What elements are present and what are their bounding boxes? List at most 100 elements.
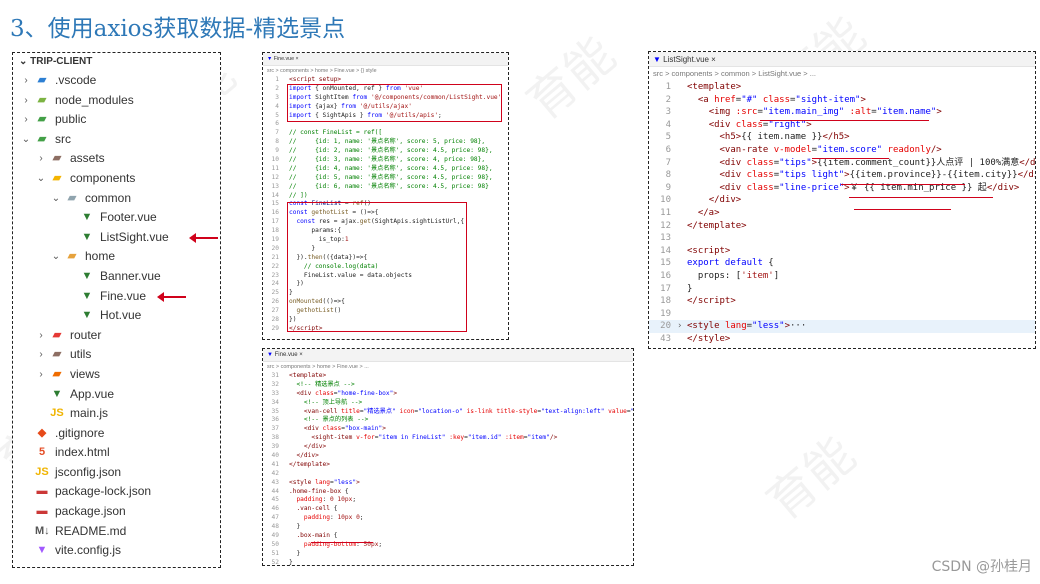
line-number: 2 bbox=[665, 94, 671, 105]
code-line: 40 </div> bbox=[263, 452, 633, 461]
tree-item[interactable]: › ▰ public bbox=[13, 110, 220, 130]
slide-title: 3、使用axios获取数据-精选景点 bbox=[10, 16, 346, 42]
code-line: 43 </style> bbox=[649, 333, 1035, 346]
code-text: // {id: 4, name: '景点名称', score: 4.5, pri… bbox=[289, 164, 493, 172]
line-number: 6 bbox=[665, 144, 671, 155]
code-text: <template> bbox=[289, 372, 327, 379]
tree-item-label: package-lock.json bbox=[55, 484, 152, 499]
tree-item[interactable]: 5 index.html bbox=[13, 443, 220, 463]
code-line: 34 <!-- 顶上导航 --> bbox=[263, 399, 633, 408]
line-number: 35 bbox=[271, 407, 279, 415]
vue-file-icon: ▼ bbox=[267, 56, 273, 62]
chevron-down-icon[interactable]: ⌄ bbox=[51, 247, 61, 267]
code-underline bbox=[849, 197, 993, 198]
chevron-right-icon[interactable]: › bbox=[21, 110, 31, 130]
code-text: } bbox=[289, 549, 301, 557]
code-line: 12 </template> bbox=[649, 220, 1035, 233]
author-credit: CSDN @孙桂月 bbox=[931, 559, 1032, 575]
code-text: </div> bbox=[708, 195, 742, 206]
tree-item[interactable]: ⌄ ▰ components bbox=[13, 169, 220, 189]
editor-fine-script: ▼ Fine.vue × src > components > home > F… bbox=[262, 52, 509, 340]
tree-item[interactable]: ⌄ ▰ src bbox=[13, 130, 220, 150]
code-line: 12 // {id: 5, name: '景点名称', score: 4.5, p… bbox=[263, 174, 508, 183]
tree-item[interactable]: ▼ Banner.vue bbox=[13, 267, 220, 287]
chevron-right-icon[interactable]: › bbox=[36, 345, 46, 365]
code-underline bbox=[760, 120, 929, 121]
json-file-icon: JS bbox=[35, 465, 49, 478]
tree-item[interactable]: ▼ Footer.vue bbox=[13, 208, 220, 228]
line-number: 11 bbox=[660, 207, 671, 218]
code-line: 7 // const FineList = ref([ bbox=[263, 129, 508, 138]
tree-item[interactable]: › ▰ utils bbox=[13, 345, 220, 365]
tree-item-label: home bbox=[85, 249, 116, 264]
code-text: </div> bbox=[296, 452, 319, 460]
line-number: 28 bbox=[271, 316, 279, 324]
code-text: .van-cell { bbox=[296, 505, 338, 513]
tree-item[interactable]: JS jsconfig.json bbox=[13, 463, 220, 483]
tree-item[interactable]: JS main.js bbox=[13, 404, 220, 424]
line-number: 25 bbox=[271, 289, 279, 297]
code-line: 11 // {id: 4, name: '景点名称', score: 4.5, p… bbox=[263, 165, 508, 174]
chevron-right-icon[interactable]: › bbox=[21, 71, 31, 91]
code-text: <div class="home-fine-box"> bbox=[296, 389, 398, 397]
code-line: 11 </a> bbox=[649, 207, 1035, 220]
line-number: 17 bbox=[660, 283, 671, 294]
tree-item[interactable]: › ▰ node_modules bbox=[13, 91, 220, 111]
line-number: 50 bbox=[271, 540, 279, 548]
tree-item[interactable]: ▼ App.vue bbox=[13, 385, 220, 405]
line-number: 6 bbox=[275, 120, 279, 128]
code-line: 2 <a href="#" class="sight-item"> bbox=[649, 94, 1035, 107]
folder-public-icon: ▰ bbox=[37, 113, 47, 126]
line-number: 14 bbox=[660, 245, 671, 256]
code-line: 8 <div class="tips light">{{item.provinc… bbox=[649, 169, 1035, 182]
line-number: 29 bbox=[271, 324, 279, 332]
editor-tab[interactable]: ▼ ListSight.vue × bbox=[649, 52, 1035, 67]
chevron-right-icon[interactable]: › bbox=[36, 149, 46, 169]
chevron-right-icon[interactable]: › bbox=[21, 91, 31, 111]
tree-item[interactable]: ▼ ListSight.vue bbox=[13, 228, 220, 248]
explorer-root[interactable]: ⌄ TRIP-CLIENT bbox=[13, 53, 220, 71]
editor-tab[interactable]: ▼ Fine.vue × bbox=[263, 349, 633, 362]
code-area[interactable]: 31 <template> 32 <!-- 精选景点 --> 33 <div clas… bbox=[263, 372, 633, 565]
chevron-down-icon[interactable]: ⌄ bbox=[36, 169, 46, 189]
tree-item[interactable]: M↓ README.md bbox=[13, 522, 220, 542]
tree-item[interactable]: ⌄ ▰ common bbox=[13, 189, 220, 209]
tree-item[interactable]: › ▰ assets bbox=[13, 149, 220, 169]
tree-item[interactable]: ⌄ ▰ home bbox=[13, 247, 220, 267]
tree-item-label: README.md bbox=[55, 523, 127, 538]
line-number: 21 bbox=[271, 253, 279, 261]
code-text: <sight-item v-for="item in FineList" :ke… bbox=[311, 434, 558, 442]
code-text: <template> bbox=[687, 82, 742, 92]
line-number: 43 bbox=[660, 333, 671, 344]
chevron-right-icon[interactable]: › bbox=[36, 326, 46, 346]
folder-assets-icon: ▰ bbox=[52, 152, 62, 165]
code-text: props: ['item'] bbox=[687, 270, 780, 281]
tree-item[interactable]: ▼ Fine.vue bbox=[13, 287, 220, 307]
tree-item[interactable]: › ▰ router bbox=[13, 326, 220, 346]
line-number: 7 bbox=[665, 157, 671, 168]
tree-item[interactable]: ▬ package-lock.json bbox=[13, 482, 220, 502]
line-number: 34 bbox=[271, 398, 279, 406]
editor-tab[interactable]: ▼ Fine.vue × bbox=[263, 53, 508, 66]
code-text: <a href="#" class="sight-item"> bbox=[697, 94, 866, 105]
chevron-right-icon[interactable]: › bbox=[36, 365, 46, 385]
file-explorer: ⌄ TRIP-CLIENT › ▰ .vscode › ▰ node_modules › ▰ p… bbox=[12, 52, 221, 568]
chevron-down-icon[interactable]: ⌄ bbox=[21, 130, 31, 150]
tree-item-label: node_modules bbox=[55, 92, 134, 107]
file-tree: › ▰ .vscode › ▰ node_modules › ▰ public ⌄ ▰ src › ▰ as… bbox=[13, 71, 220, 561]
line-number: 8 bbox=[275, 138, 279, 146]
tree-item[interactable]: ▼ vite.config.js bbox=[13, 541, 220, 561]
code-underline bbox=[812, 158, 889, 159]
chevron-down-icon[interactable]: ⌄ bbox=[51, 189, 61, 209]
code-text: <h5>{{ item.name }}</h5> bbox=[719, 132, 850, 143]
line-number: 48 bbox=[271, 523, 279, 531]
tree-item[interactable]: ▼ Hot.vue bbox=[13, 306, 220, 326]
tree-item[interactable]: ◆ .gitignore bbox=[13, 424, 220, 444]
line-number: 17 bbox=[271, 218, 279, 226]
tree-item[interactable]: › ▰ views bbox=[13, 365, 220, 385]
line-number: 14 bbox=[271, 191, 279, 199]
line-number: 33 bbox=[271, 389, 279, 397]
tree-item[interactable]: › ▰ .vscode bbox=[13, 71, 220, 91]
tree-item[interactable]: ▬ package.json bbox=[13, 502, 220, 522]
fold-chevron-icon[interactable]: › bbox=[677, 320, 682, 333]
